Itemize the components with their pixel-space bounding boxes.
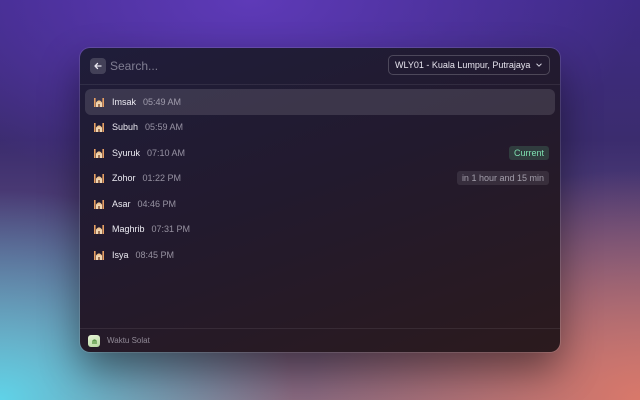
prayer-name: Isya — [112, 249, 129, 260]
prayer-name: Asar — [112, 198, 131, 209]
prayer-name: Maghrib — [112, 224, 145, 235]
mosque-icon — [94, 199, 104, 209]
prayer-time: 07:10 AM — [147, 147, 186, 158]
prayer-name: Subuh — [112, 122, 139, 133]
prayer-time: 05:49 AM — [143, 96, 182, 107]
prayer-name: Imsak — [112, 96, 137, 107]
search-input[interactable] — [110, 56, 370, 76]
prayer-time: 07:31 PM — [151, 224, 191, 235]
list-item-imsak[interactable]: Imsak 05:49 AM — [85, 89, 555, 115]
mosque-icon — [94, 148, 104, 158]
prayer-time-list: Imsak 05:49 AM Subuh 05:59 AM Syuruk 07:… — [85, 89, 555, 268]
prayer-time: 05:59 AM — [145, 122, 184, 133]
list-item-maghrib[interactable]: Maghrib 07:31 PM — [85, 217, 555, 243]
app-icon — [88, 334, 100, 347]
chevron-down-icon — [536, 63, 542, 67]
prayer-time: 01:22 PM — [142, 173, 182, 184]
mosque-icon — [94, 225, 104, 235]
command-window: WLY01 - Kuala Lumpur, Putrajaya Imsak 05… — [80, 48, 560, 352]
prayer-name: Zohor — [112, 173, 136, 184]
zone-dropdown-value: WLY01 - Kuala Lumpur, Putrajaya — [395, 60, 531, 70]
zone-dropdown[interactable]: WLY01 - Kuala Lumpur, Putrajaya — [388, 55, 550, 75]
prayer-time: 04:46 PM — [137, 198, 177, 209]
list-item-isya[interactable]: Isya 08:45 PM — [85, 242, 555, 268]
list-item-syuruk[interactable]: Syuruk 07:10 AM Current — [85, 140, 555, 166]
mosque-icon — [94, 250, 104, 260]
mosque-icon — [91, 339, 97, 344]
list-item-asar[interactable]: Asar 04:46 PM — [85, 191, 555, 217]
countdown-badge: in 1 hour and 15 min — [456, 171, 549, 186]
prayer-name: Syuruk — [112, 147, 141, 158]
mosque-icon — [94, 123, 104, 133]
list-item-zohor[interactable]: Zohor 01:22 PM in 1 hour and 15 min — [85, 166, 555, 192]
back-button[interactable] — [90, 58, 106, 74]
footer-bar: Waktu Solat — [80, 328, 560, 352]
arrow-left-icon — [94, 62, 102, 70]
mosque-icon — [94, 174, 104, 184]
app-name: Waktu Solat — [107, 336, 150, 345]
list-item-subuh[interactable]: Subuh 05:59 AM — [85, 115, 555, 141]
current-badge: Current — [508, 145, 549, 160]
search-bar: WLY01 - Kuala Lumpur, Putrajaya — [80, 48, 560, 85]
prayer-time: 08:45 PM — [135, 249, 175, 260]
mosque-icon — [94, 97, 104, 107]
